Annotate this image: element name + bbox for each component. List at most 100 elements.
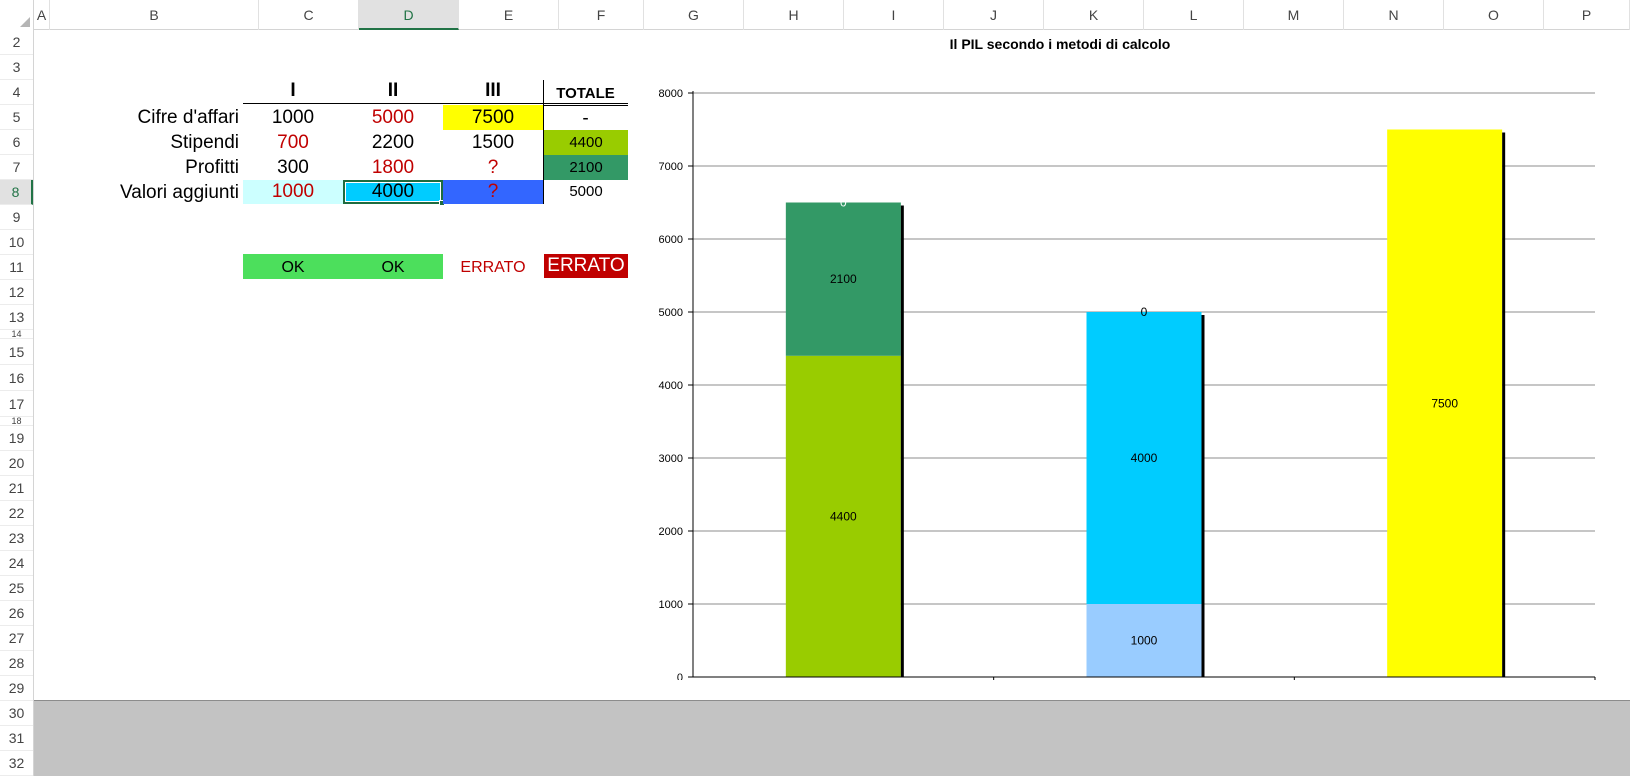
row-header-22[interactable]: 22 — [0, 501, 33, 526]
column-header-m[interactable]: M — [1244, 0, 1344, 30]
column-header-bar: ABCDEFGHIJKLMNOP — [0, 0, 1630, 30]
y-tick-label: 5000 — [659, 307, 683, 319]
check-c11[interactable]: OK — [243, 254, 343, 279]
row-header-7[interactable]: 7 — [0, 155, 33, 180]
header-col-i[interactable]: I — [243, 80, 343, 104]
cell-f8[interactable]: 5000 — [544, 180, 628, 204]
column-header-l[interactable]: L — [1144, 0, 1244, 30]
row-header-30[interactable]: 30 — [0, 701, 33, 726]
row-header-31[interactable]: 31 — [0, 726, 33, 751]
cell-e8[interactable]: ? — [443, 180, 543, 204]
row-header-2[interactable]: 2 — [0, 30, 33, 55]
column-header-o[interactable]: O — [1444, 0, 1544, 30]
row-header-16[interactable]: 16 — [0, 365, 33, 391]
column-header-n[interactable]: N — [1344, 0, 1444, 30]
row-header-15[interactable]: 15 — [0, 339, 33, 365]
row-header-bar: 2 3 4 5 6 7 8 9 10 11 12 13 14 15 16 17 18 19 20 21 22 23 24 25… — [0, 30, 34, 776]
column-header-b[interactable]: B — [50, 0, 259, 30]
row-header-27[interactable]: 27 — [0, 626, 33, 651]
row-header-26[interactable]: 26 — [0, 601, 33, 626]
cell-d5[interactable]: 5000 — [343, 105, 443, 130]
row-header-24[interactable]: 24 — [0, 551, 33, 576]
cell-c7[interactable]: 300 — [243, 155, 343, 180]
check-d11[interactable]: OK — [343, 254, 443, 279]
row-header-8[interactable]: 8 — [0, 180, 33, 205]
row-header-6[interactable]: 6 — [0, 130, 33, 155]
header-totale[interactable]: TOTALE — [543, 80, 628, 104]
column-header-k[interactable]: K — [1044, 0, 1144, 30]
cell-c5[interactable]: 1000 — [243, 105, 343, 130]
label-valori-aggiunti[interactable]: Valori aggiunti — [34, 180, 243, 205]
data-label: 1000 — [1131, 634, 1158, 648]
row-header-14[interactable]: 14 — [0, 330, 33, 339]
row-header-28[interactable]: 28 — [0, 651, 33, 676]
cell-e6[interactable]: 1500 — [443, 130, 543, 155]
data-label: 7500 — [1431, 396, 1458, 410]
chart-bars — [785, 129, 1506, 677]
row-header-21[interactable]: 21 — [0, 476, 33, 501]
header-col-ii[interactable]: II — [343, 80, 443, 104]
row-header-10[interactable]: 10 — [0, 230, 33, 255]
select-all-corner[interactable] — [0, 0, 34, 30]
select-all-triangle-icon — [20, 17, 30, 27]
cell-e7[interactable]: ? — [443, 155, 543, 180]
cell-c8[interactable]: 1000 — [243, 180, 343, 204]
y-tick-label: 3000 — [659, 453, 683, 465]
row-header-3[interactable]: 3 — [0, 55, 33, 80]
gdp-stacked-bar-chart[interactable]: Il PIL secondo i metodi di calcolo 0 1000… — [645, 30, 1630, 680]
row-header-29[interactable]: 29 — [0, 676, 33, 701]
chart-title: Il PIL secondo i metodi di calcolo — [950, 36, 1171, 52]
row-header-32[interactable]: 32 — [0, 751, 33, 776]
excel-window: ABCDEFGHIJKLMNOP 2 3 4 5 6 7 8 9 10 11 12 13 14 15 16 1… — [0, 0, 1630, 776]
row-header-25[interactable]: 25 — [0, 576, 33, 601]
label-stipendi[interactable]: Stipendi — [34, 130, 243, 155]
row-header-13[interactable]: 13 — [0, 305, 33, 330]
row-header-11[interactable]: 11 — [0, 255, 33, 280]
column-header-d[interactable]: D — [359, 0, 459, 30]
data-label: 0 — [840, 196, 847, 210]
column-header-e[interactable]: E — [459, 0, 559, 30]
y-tick-label: 8000 — [659, 88, 683, 100]
row-header-23[interactable]: 23 — [0, 526, 33, 551]
label-cifre-affari[interactable]: Cifre d'affari — [34, 105, 243, 130]
empty-sheet-area — [34, 700, 1630, 776]
row-header-18[interactable]: 18 — [0, 417, 33, 426]
check-f11[interactable]: ERRATO — [544, 254, 628, 278]
row-header-19[interactable]: 19 — [0, 426, 33, 451]
column-header-i[interactable]: I — [844, 0, 944, 30]
row-header-9[interactable]: 9 — [0, 205, 33, 230]
data-label: 4400 — [830, 509, 857, 523]
y-tick-label: 7000 — [659, 161, 683, 173]
column-header-f[interactable]: F — [559, 0, 644, 30]
cell-f5[interactable]: - — [543, 105, 628, 130]
check-e11[interactable]: ERRATO — [443, 254, 543, 279]
cell-e5[interactable]: 7500 — [443, 105, 543, 130]
row-header-4[interactable]: 4 — [0, 80, 33, 105]
label-profitti[interactable]: Profitti — [34, 155, 243, 180]
cell-d6[interactable]: 2200 — [343, 130, 443, 155]
row-header-20[interactable]: 20 — [0, 451, 33, 476]
chart-x-axis: RedditiValori aggiuntiSpesa finale — [693, 676, 1596, 680]
column-header-j[interactable]: J — [944, 0, 1044, 30]
cell-f7[interactable]: 2100 — [544, 155, 628, 180]
column-header-c[interactable]: C — [259, 0, 359, 30]
cell-d7[interactable]: 1800 — [343, 155, 443, 180]
column-header-a[interactable]: A — [34, 0, 50, 30]
data-label: 4000 — [1131, 451, 1158, 465]
row-header-5[interactable]: 5 — [0, 105, 33, 130]
data-label: 2100 — [830, 272, 857, 286]
cell-f6[interactable]: 4400 — [544, 130, 628, 155]
column-header-g[interactable]: G — [644, 0, 744, 30]
header-col-iii[interactable]: III — [443, 80, 543, 104]
column-header-h[interactable]: H — [744, 0, 844, 30]
column-header-p[interactable]: P — [1544, 0, 1630, 30]
y-tick-label: 2000 — [659, 526, 683, 538]
cell-c6[interactable]: 700 — [243, 130, 343, 155]
y-tick-label: 0 — [677, 672, 683, 680]
row-header-12[interactable]: 12 — [0, 280, 33, 305]
cell-d8-active[interactable]: 4000 — [343, 180, 443, 204]
y-tick-label: 1000 — [659, 599, 683, 611]
data-label: 0 — [1141, 305, 1148, 319]
row-header-17[interactable]: 17 — [0, 391, 33, 417]
chart-y-axis: 0 1000 2000 3000 4000 5000 6000 7000 8000 — [659, 88, 694, 680]
